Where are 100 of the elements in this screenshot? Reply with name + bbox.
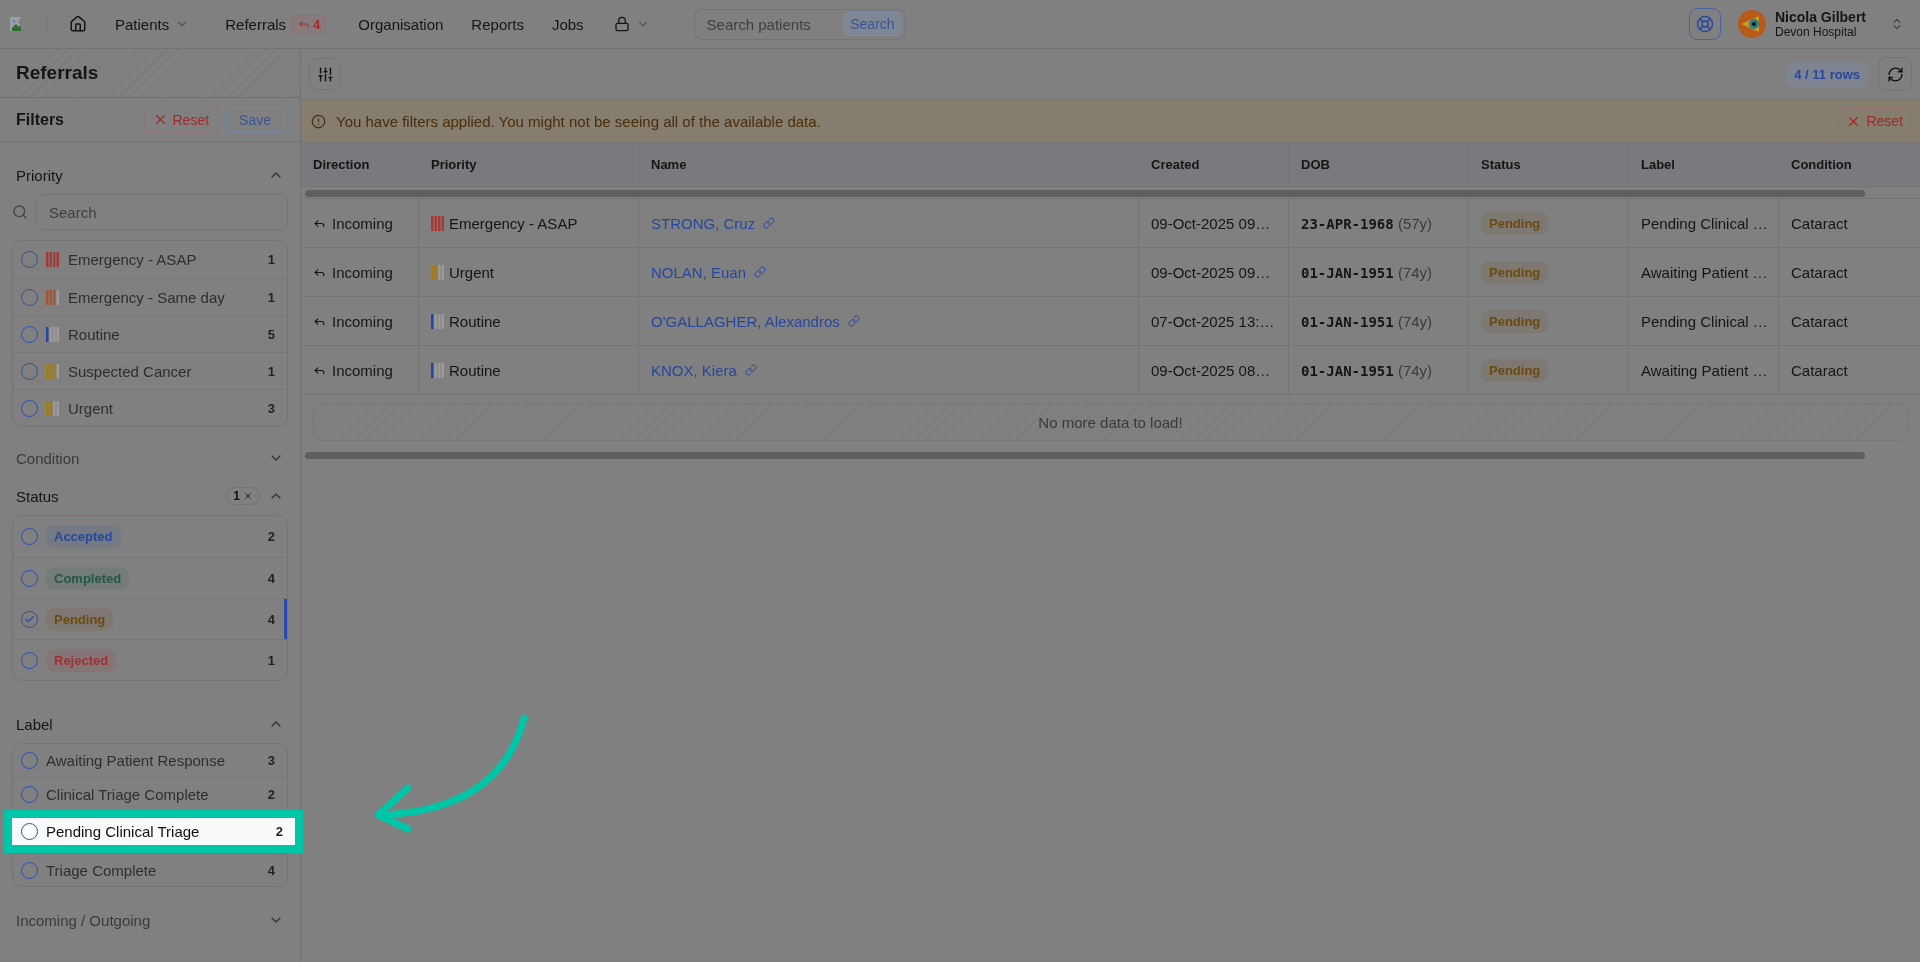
filter-option[interactable]: Awaiting Patient Response 3 — [13, 744, 287, 777]
nav-link[interactable]: Referrals 4 — [225, 14, 327, 34]
lock-icon[interactable] — [613, 16, 630, 32]
table-cell: 01-JAN-1951 (74y) — [1301, 312, 1433, 330]
column-header[interactable]: Direction — [301, 143, 419, 186]
lock-menu[interactable] — [613, 16, 650, 32]
priority-bars-icon — [46, 363, 60, 379]
section-title[interactable]: Status — [16, 487, 59, 505]
option-label: Urgent — [68, 399, 114, 417]
refresh-button[interactable] — [1878, 57, 1912, 91]
refresh-icon — [1886, 65, 1904, 83]
filter-option[interactable]: Suspected Cancer 1 — [13, 352, 287, 389]
status-tag: Pending — [46, 607, 114, 631]
filter-option[interactable]: Pending Clinical Triage 2 — [4, 810, 303, 853]
option-label: Pending Clinical Triage — [46, 823, 200, 840]
option-count: 2 — [267, 529, 275, 544]
table-cell: Awaiting Patient … — [1641, 361, 1768, 379]
option-label: Emergency - ASAP — [68, 251, 197, 268]
option-count: 4 — [267, 611, 275, 627]
column-header[interactable]: Label — [1629, 143, 1779, 186]
link-icon — [754, 266, 767, 278]
table-cell: Cataract — [1791, 361, 1848, 379]
column-header[interactable]: Status — [1469, 143, 1629, 186]
option-count: 3 — [267, 400, 275, 416]
table-cell: Cataract — [1791, 312, 1848, 330]
patient-link[interactable]: NOLAN, Euan — [651, 263, 767, 281]
patient-link[interactable]: O'GALLAGHER, Alexandros — [651, 312, 860, 330]
user-name[interactable]: Nicola Gilbert — [1774, 9, 1866, 25]
priority-bars-icon — [431, 215, 445, 231]
patient-link[interactable]: STRONG, Cruz — [651, 214, 776, 232]
filter-option[interactable]: Emergency - ASAP 1 — [13, 241, 287, 278]
priority-bars-icon — [46, 289, 60, 305]
table-cell: 09-Oct-2025 09… — [1151, 214, 1271, 232]
nav-menu[interactable]: Patients — [115, 15, 190, 33]
user-organisation[interactable]: Devon Hospital — [1774, 25, 1866, 39]
table-cell: 07-Oct-2025 13:… — [1151, 312, 1275, 330]
section-title[interactable]: Incoming / Outgoing — [16, 911, 151, 929]
link-icon — [744, 364, 757, 376]
option-label: Clinical Triage Complete — [46, 785, 209, 803]
table-cell: Routine — [449, 312, 501, 330]
filter-search-field[interactable]: Search — [36, 194, 288, 230]
table-cell: Incoming — [332, 263, 393, 281]
table-cell: 01-JAN-1951 (74y) — [1301, 361, 1433, 379]
rows-count: 4 / 11 rows — [1786, 61, 1868, 87]
scrollbar[interactable] — [305, 190, 1865, 197]
patient-link[interactable]: KNOX, Kiera — [651, 361, 757, 379]
priority-bars-icon — [431, 362, 445, 378]
nav-link[interactable]: Jobs — [551, 15, 584, 33]
option-count: 1 — [267, 363, 275, 379]
help-button[interactable] — [1688, 8, 1721, 40]
table-cell: Incoming — [332, 312, 393, 330]
option-count: 4 — [267, 570, 275, 586]
table-cell: Pending Clinical … — [1641, 214, 1768, 232]
column-header[interactable]: Priority — [419, 143, 639, 186]
table-cell: Routine — [449, 361, 501, 379]
column-header[interactable]: Name — [639, 143, 1139, 186]
priority-bars-icon — [46, 400, 60, 416]
option-count: 1 — [267, 652, 275, 668]
column-settings-button[interactable] — [309, 58, 341, 90]
status-tag: Completed — [46, 566, 130, 590]
option-count: 2 — [275, 824, 283, 839]
close-icon[interactable] — [243, 491, 253, 501]
nav-link[interactable]: Organisation — [358, 15, 444, 33]
priority-bars-icon — [431, 264, 445, 280]
section-title[interactable]: Priority — [16, 166, 63, 184]
filter-option[interactable]: Routine 5 — [13, 315, 287, 352]
filter-option[interactable]: Accepted 2 — [13, 516, 287, 557]
table-cell: 09-Oct-2025 09… — [1151, 263, 1271, 281]
table-cell: 09-Oct-2025 08… — [1151, 361, 1271, 379]
status-tag: Accepted — [46, 525, 121, 548]
avatar-icon[interactable] — [1736, 9, 1767, 39]
table-cell: Cataract — [1791, 214, 1848, 232]
filter-option[interactable]: Pending 4 — [13, 598, 287, 639]
option-count: 4 — [267, 862, 275, 878]
status-tag: Pending — [1481, 211, 1549, 235]
checkbox[interactable] — [21, 823, 38, 840]
table-cell: Pending Clinical … — [1641, 312, 1768, 330]
option-label: Emergency - Same day — [68, 288, 225, 306]
home-icon[interactable] — [69, 15, 87, 33]
section-title[interactable]: Label — [16, 715, 53, 733]
search-icon — [12, 204, 28, 220]
section-title[interactable]: Condition — [16, 449, 80, 467]
scrollbar[interactable] — [305, 452, 1865, 459]
priority-bars-icon — [46, 252, 60, 267]
filter-option[interactable]: Emergency - Same day 1 — [13, 278, 287, 315]
option-count: 2 — [267, 786, 275, 802]
table-cell: Cataract — [1791, 263, 1848, 281]
priority-bars-icon — [46, 326, 60, 342]
filter-option[interactable]: Triage Complete 4 — [13, 853, 287, 886]
reply-arrow-icon — [298, 18, 311, 30]
column-header[interactable]: DOB — [1289, 143, 1469, 186]
filter-option[interactable]: Completed 4 — [13, 557, 287, 598]
filter-option[interactable]: Urgent 3 — [13, 389, 287, 426]
filter-option[interactable]: Rejected 1 — [13, 639, 287, 680]
table-cell: Incoming — [332, 214, 393, 232]
column-header[interactable]: Condition — [1779, 143, 1920, 186]
column-header[interactable]: Created — [1139, 143, 1289, 186]
nav-link[interactable]: Reports — [471, 15, 524, 33]
option-count: 5 — [267, 326, 275, 342]
sidebar-title: Referrals — [16, 62, 99, 84]
